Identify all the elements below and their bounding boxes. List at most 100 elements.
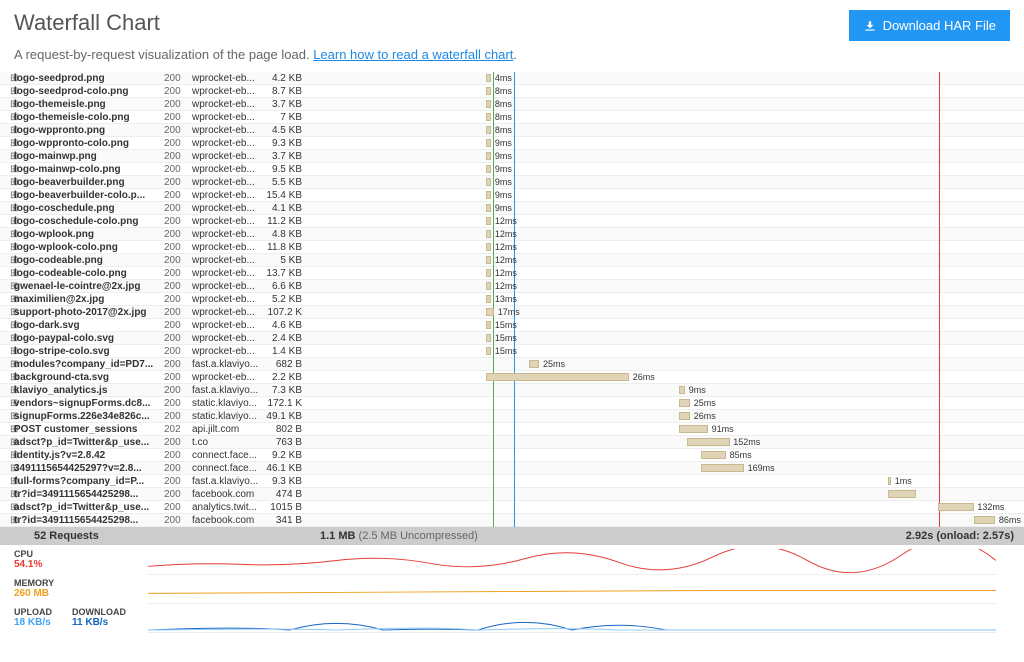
table-row[interactable]: ⊞klaviyo_analytics.js200fast.a.klaviyo..… (0, 384, 1024, 397)
request-name: modules?company_id=PD7... (14, 358, 164, 370)
expand-icon[interactable]: ⊞ (0, 319, 14, 331)
expand-icon[interactable]: ⊞ (0, 306, 14, 318)
table-row[interactable]: ⊞signupForms.226e34e826c...200static.kla… (0, 410, 1024, 423)
table-row[interactable]: ⊞logo-wplook.png200wprocket-eb...4.8 KB1… (0, 228, 1024, 241)
table-row[interactable]: ⊞logo-stripe-colo.svg200wprocket-eb...1.… (0, 345, 1024, 358)
request-status: 200 (164, 514, 192, 526)
expand-icon[interactable]: ⊞ (0, 397, 14, 409)
expand-icon[interactable]: ⊞ (0, 72, 14, 84)
request-timeline: 12ms (306, 215, 1024, 228)
table-row[interactable]: ⊞support-photo-2017@2x.jpg200wprocket-eb… (0, 306, 1024, 319)
request-name: logo-beaverbuilder.png (14, 176, 164, 188)
expand-icon[interactable]: ⊞ (0, 475, 14, 487)
expand-icon[interactable]: ⊞ (0, 371, 14, 383)
expand-icon[interactable]: ⊞ (0, 254, 14, 266)
request-name: tr?id=3491115654425298... (14, 514, 164, 526)
expand-icon[interactable]: ⊞ (0, 241, 14, 253)
request-domain: wprocket-eb... (192, 306, 262, 318)
table-row[interactable]: ⊞logo-wppronto.png200wprocket-eb...4.5 K… (0, 124, 1024, 137)
table-row[interactable]: ⊞maximilien@2x.jpg200wprocket-eb...5.2 K… (0, 293, 1024, 306)
expand-icon[interactable]: ⊞ (0, 358, 14, 370)
request-status: 200 (164, 488, 192, 500)
expand-icon[interactable]: ⊞ (0, 267, 14, 279)
table-row[interactable]: ⊞logo-mainwp.png200wprocket-eb...3.7 KB9… (0, 150, 1024, 163)
table-row[interactable]: ⊞identity.js?v=2.8.42200connect.face...9… (0, 449, 1024, 462)
table-row[interactable]: ⊞logo-wppronto-colo.png200wprocket-eb...… (0, 137, 1024, 150)
table-row[interactable]: ⊞vendors~signupForms.dc8...200static.kla… (0, 397, 1024, 410)
timing-bar (888, 477, 892, 485)
table-row[interactable]: ⊞logo-seedprod-colo.png200wprocket-eb...… (0, 85, 1024, 98)
table-row[interactable]: ⊞logo-paypal-colo.svg200wprocket-eb...2.… (0, 332, 1024, 345)
expand-icon[interactable]: ⊞ (0, 124, 14, 136)
timing-bar (687, 438, 730, 446)
upload-value: 18 KB/s (14, 617, 52, 628)
request-size: 8.7 KB (262, 85, 306, 97)
table-row[interactable]: ⊞logo-mainwp-colo.png200wprocket-eb...9.… (0, 163, 1024, 176)
expand-icon[interactable]: ⊞ (0, 423, 14, 435)
request-size: 4.6 KB (262, 319, 306, 331)
expand-icon[interactable]: ⊞ (0, 137, 14, 149)
download-har-button[interactable]: Download HAR File (849, 10, 1010, 41)
table-row[interactable]: ⊞logo-seedprod.png200wprocket-eb...4.2 K… (0, 72, 1024, 85)
table-row[interactable]: ⊞gwenael-le-cointre@2x.jpg200wprocket-eb… (0, 280, 1024, 293)
table-row[interactable]: ⊞tr?id=3491115654425298...200facebook.co… (0, 488, 1024, 501)
request-domain: fast.a.klaviyo... (192, 475, 262, 487)
timing-bar (486, 282, 492, 290)
expand-icon[interactable]: ⊞ (0, 462, 14, 474)
request-timeline: 9ms (306, 202, 1024, 215)
table-row[interactable]: ⊞logo-coschedule-colo.png200wprocket-eb.… (0, 215, 1024, 228)
expand-icon[interactable]: ⊞ (0, 85, 14, 97)
request-domain: wprocket-eb... (192, 124, 262, 136)
request-size: 2.4 KB (262, 332, 306, 344)
expand-icon[interactable]: ⊞ (0, 410, 14, 422)
table-row[interactable]: ⊞tr?id=3491115654425298...200facebook.co… (0, 514, 1024, 527)
expand-icon[interactable]: ⊞ (0, 436, 14, 448)
expand-icon[interactable]: ⊞ (0, 332, 14, 344)
table-row[interactable]: ⊞adsct?p_id=Twitter&p_use...200t.co763 B… (0, 436, 1024, 449)
table-row[interactable]: ⊞logo-beaverbuilder.png200wprocket-eb...… (0, 176, 1024, 189)
table-row[interactable]: ⊞logo-themeisle.png200wprocket-eb...3.7 … (0, 98, 1024, 111)
expand-icon[interactable]: ⊞ (0, 215, 14, 227)
expand-icon[interactable]: ⊞ (0, 98, 14, 110)
table-row[interactable]: ⊞logo-coschedule.png200wprocket-eb...4.1… (0, 202, 1024, 215)
request-size: 9.3 KB (262, 475, 306, 487)
request-name: full-forms?company_id=P... (14, 475, 164, 487)
timing-label: 15ms (495, 345, 517, 358)
expand-icon[interactable]: ⊞ (0, 501, 14, 513)
expand-icon[interactable]: ⊞ (0, 228, 14, 240)
request-domain: connect.face... (192, 449, 262, 461)
expand-icon[interactable]: ⊞ (0, 449, 14, 461)
table-row[interactable]: ⊞POST customer_sessions202api.jilt.com80… (0, 423, 1024, 436)
request-name: logo-dark.svg (14, 319, 164, 331)
table-row[interactable]: ⊞modules?company_id=PD7...200fast.a.klav… (0, 358, 1024, 371)
expand-icon[interactable]: ⊞ (0, 514, 14, 526)
expand-icon[interactable]: ⊞ (0, 111, 14, 123)
table-row[interactable]: ⊞logo-codeable.png200wprocket-eb...5 KB1… (0, 254, 1024, 267)
learn-waterfall-link[interactable]: Learn how to read a waterfall chart (313, 47, 513, 62)
table-row[interactable]: ⊞logo-codeable-colo.png200wprocket-eb...… (0, 267, 1024, 280)
table-row[interactable]: ⊞adsct?p_id=Twitter&p_use...200analytics… (0, 501, 1024, 514)
request-timeline: 12ms (306, 228, 1024, 241)
request-timeline: 86ms (306, 514, 1024, 527)
expand-icon[interactable]: ⊞ (0, 189, 14, 201)
timing-bar (529, 360, 540, 368)
table-row[interactable]: ⊞logo-beaverbuilder-colo.p...200wprocket… (0, 189, 1024, 202)
table-row[interactable]: ⊞logo-wplook-colo.png200wprocket-eb...11… (0, 241, 1024, 254)
table-row[interactable]: ⊞background-cta.svg200wprocket-eb...2.2 … (0, 371, 1024, 384)
request-timeline: 1ms (306, 475, 1024, 488)
expand-icon[interactable]: ⊞ (0, 345, 14, 357)
table-row[interactable]: ⊞logo-themeisle-colo.png200wprocket-eb..… (0, 111, 1024, 124)
expand-icon[interactable]: ⊞ (0, 163, 14, 175)
expand-icon[interactable]: ⊞ (0, 384, 14, 396)
expand-icon[interactable]: ⊞ (0, 202, 14, 214)
expand-icon[interactable]: ⊞ (0, 176, 14, 188)
expand-icon[interactable]: ⊞ (0, 150, 14, 162)
table-row[interactable]: ⊞full-forms?company_id=P...200fast.a.kla… (0, 475, 1024, 488)
request-status: 200 (164, 410, 192, 422)
expand-icon[interactable]: ⊞ (0, 280, 14, 292)
table-row[interactable]: ⊞3491115654425297?v=2.8...200connect.fac… (0, 462, 1024, 475)
table-row[interactable]: ⊞logo-dark.svg200wprocket-eb...4.6 KB15m… (0, 319, 1024, 332)
expand-icon[interactable]: ⊞ (0, 488, 14, 500)
expand-icon[interactable]: ⊞ (0, 293, 14, 305)
request-status: 200 (164, 241, 192, 253)
